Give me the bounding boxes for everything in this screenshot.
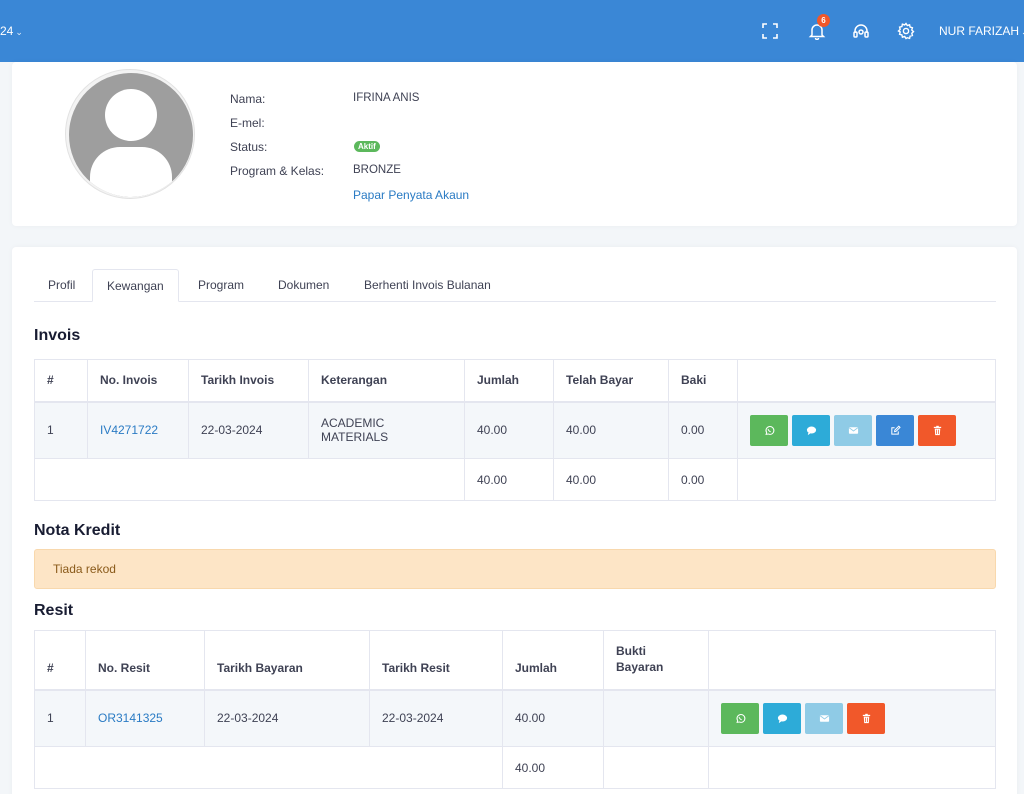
statement-link[interactable]: Papar Penyata Akaun [353,188,469,202]
year-selector-label: 24 [0,24,14,38]
receipt-number-link[interactable]: OR3141325 [85,689,205,747]
col-header: # [34,630,86,691]
status-badge: Aktif [354,141,380,152]
avatar [65,69,195,199]
table-total-row: 40.00 40.00 0.00 [34,458,996,501]
email-button[interactable] [805,702,843,734]
col-header: No. Invois [87,359,189,403]
receipt-total-amount: 40.00 [502,746,604,789]
chevron-down-icon: ⌄ [15,27,23,37]
status-label: Status: [230,140,268,154]
table-header-row: # No. Invois Tarikh Invois Keterangan Ju… [34,359,996,403]
receipt-date: 22-03-2024 [369,689,503,747]
total-spacer [737,458,996,501]
invoice-balance: 0.00 [668,401,738,459]
tab-berhenti-invois[interactable]: Berhenti Invois Bulanan [350,269,505,302]
trash-icon [862,713,870,723]
col-header: Jumlah [502,630,604,691]
sms-button[interactable] [763,702,801,734]
envelope-icon [848,427,858,434]
invoice-row-number: 1 [34,401,88,459]
tab-program[interactable]: Program [184,269,258,302]
tab-profil[interactable]: Profil [34,269,89,302]
support-headset-icon[interactable] [850,20,872,42]
receipt-amount: 40.00 [502,689,604,747]
envelope-icon [819,715,829,722]
tab-kewangan[interactable]: Kewangan [92,269,179,302]
invoice-total-paid: 40.00 [553,458,669,501]
table-header-row: # No. Resit Tarikh Bayaran Tarikh Resit … [34,630,996,691]
invoice-table: # No. Invois Tarikh Invois Keterangan Ju… [34,359,996,501]
profile-card: Nama: IFRINA ANIS E-mel: Status: Aktif P… [12,62,1017,226]
col-header: Baki [668,359,738,403]
chat-bubble-icon [806,426,816,435]
col-header: Tarikh Bayaran [204,630,370,691]
edit-button[interactable] [876,414,914,446]
credit-note-section-title: Nota Kredit [34,522,121,539]
whatsapp-icon [764,425,774,435]
col-header: Jumlah [464,359,554,403]
col-header: Tarikh Invois [188,359,309,403]
whatsapp-button[interactable] [750,414,788,446]
receipt-section-title: Resit [34,602,74,619]
col-header: Tarikh Resit [369,630,503,691]
col-header: # [34,359,88,403]
delete-button[interactable] [918,414,956,446]
chat-bubble-icon [777,714,787,723]
invoice-paid: 40.00 [553,401,669,459]
invoice-date: 22-03-2024 [188,401,309,459]
email-button[interactable] [834,414,872,446]
delete-button[interactable] [847,702,885,734]
program-value: BRONZE [353,164,401,176]
col-header [737,359,996,403]
tab-bar: Profil Kewangan Program Dokumen Berhenti… [34,269,996,302]
user-placeholder-icon [69,73,193,197]
table-total-row: 40.00 [34,746,996,789]
invoice-actions [737,401,996,459]
tab-dokumen[interactable]: Dokumen [264,269,343,302]
invoice-amount: 40.00 [464,401,554,459]
notification-badge: 6 [817,14,830,27]
col-header [708,630,996,691]
whatsapp-button[interactable] [721,702,759,734]
table-row: 1 IV4271722 22-03-2024 ACADEMIC MATERIAL… [34,401,996,459]
whatsapp-icon [735,713,745,723]
notification-bell-icon[interactable]: 6 [806,14,830,42]
year-selector[interactable]: 24 ⌄ [0,24,23,38]
receipt-actions [708,689,996,747]
user-name: NUR FARIZAH [939,24,1020,38]
col-header: Telah Bayar [553,359,669,403]
user-menu[interactable]: NUR FARIZAH⌄ [939,24,1024,38]
total-spacer [603,746,709,789]
receipt-proof [603,689,709,747]
finance-card: Profil Kewangan Program Dokumen Berhenti… [12,247,1017,794]
receipt-row-number: 1 [34,689,86,747]
name-value: IFRINA ANIS [353,92,420,104]
program-label: Program & Kelas: [230,164,325,178]
table-row: 1 OR3141325 22-03-2024 22-03-2024 40.00 [34,689,996,747]
receipt-payment-date: 22-03-2024 [204,689,370,747]
invoice-description: ACADEMIC MATERIALS [308,401,465,459]
edit-icon [890,425,901,435]
sms-button[interactable] [792,414,830,446]
invoice-total-balance: 0.00 [668,458,738,501]
gear-icon[interactable] [895,20,917,42]
no-records-alert: Tiada rekod [34,549,996,589]
col-header: No. Resit [85,630,205,691]
total-spacer [708,746,996,789]
total-spacer [34,458,465,501]
col-header: Bukti Bayaran [603,630,709,691]
invoice-total-amount: 40.00 [464,458,554,501]
email-label: E-mel: [230,116,265,130]
col-header: Keterangan [308,359,465,403]
fullscreen-icon[interactable] [759,20,781,42]
invoice-number-link[interactable]: IV4271722 [87,401,189,459]
trash-icon [933,425,941,435]
receipt-table: # No. Resit Tarikh Bayaran Tarikh Resit … [34,630,996,789]
invoice-section-title: Invois [34,327,81,344]
total-spacer [34,746,503,789]
name-label: Nama: [230,92,266,106]
top-bar: 24⌄ 6 NUR FARIZAH⌄ [0,0,1024,62]
